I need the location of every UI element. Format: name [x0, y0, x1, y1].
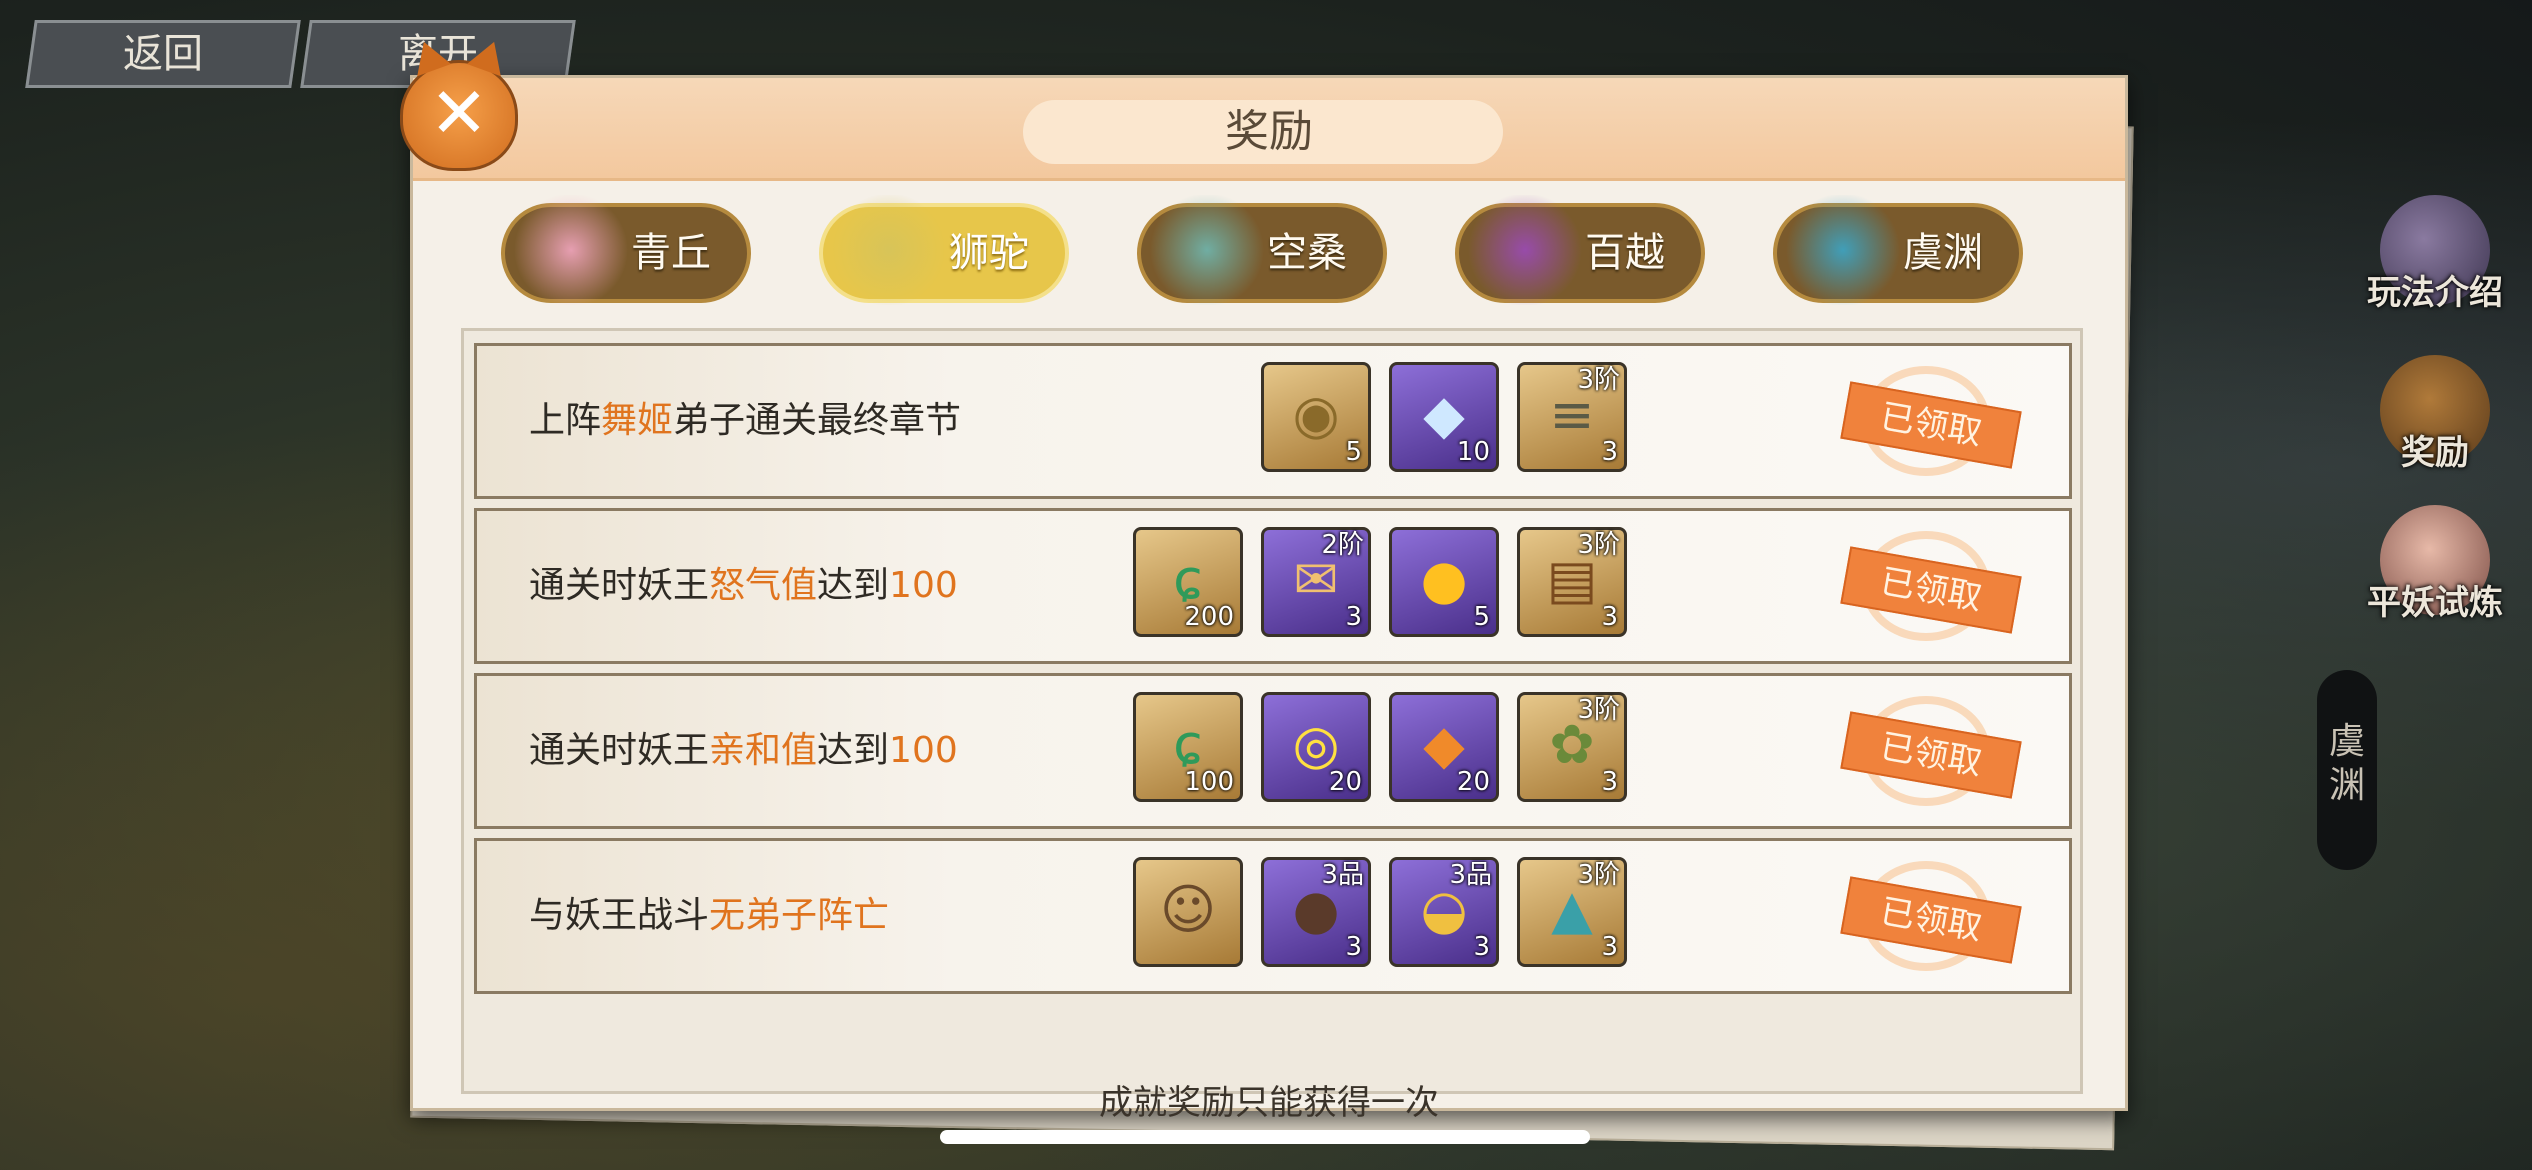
tab-label: 狮驼 — [949, 230, 1029, 276]
task-row: 通关时妖王怒气值达到100 ɕ 200 ✉ 2阶 3 ● 5 ▤ 3阶 3 已领取 — [474, 508, 2072, 664]
claimed-stamp: 已领取 — [1840, 531, 2022, 641]
reward-item[interactable]: ● 5 — [1389, 527, 1499, 637]
task-text: 通关时妖王 — [529, 565, 710, 606]
reward-label: 奖励 — [2401, 433, 2469, 473]
reward-count: 3 — [1345, 602, 1362, 632]
reward-count: 20 — [1328, 767, 1362, 797]
reward-tier: 3阶 — [1577, 530, 1620, 560]
reward-item[interactable]: ▤ 3阶 3 — [1517, 527, 1627, 637]
claimed-stamp: 已领取 — [1840, 696, 2022, 806]
reward-count: 3 — [1473, 932, 1490, 962]
reward-tier: 3阶 — [1577, 860, 1620, 890]
task-target-value: 100 — [889, 565, 958, 606]
task-description: 通关时妖王亲和值达到100 — [529, 676, 958, 826]
task-description: 与妖王战斗无弟子阵亡 — [529, 841, 889, 991]
task-highlight: 舞姬 — [601, 400, 674, 441]
reward-item[interactable]: ◒ 3品 3 — [1389, 857, 1499, 967]
trial-label: 平妖试炼 — [2367, 583, 2503, 623]
rules-label: 玩法介绍 — [2367, 273, 2503, 313]
reward-count: 10 — [1456, 437, 1490, 467]
reward-item[interactable]: ɕ 100 — [1133, 692, 1243, 802]
region-art-icon — [1147, 195, 1267, 305]
reward-tier: 3阶 — [1577, 695, 1620, 725]
back-button[interactable]: 返回 — [25, 20, 301, 88]
reward-count: 3 — [1601, 767, 1618, 797]
tab-label: 空桑 — [1267, 230, 1347, 276]
region-art-icon — [829, 195, 949, 305]
tab-qingqiu[interactable]: 青丘 — [501, 195, 751, 305]
reward-item[interactable]: ▲ 3阶 3 — [1517, 857, 1627, 967]
reward-item[interactable]: ✿ 3阶 3 — [1517, 692, 1627, 802]
tab-kongsang[interactable]: 空桑 — [1137, 195, 1387, 305]
rules-menu-button[interactable]: 玩法介绍 — [2360, 195, 2510, 314]
reward-count: 20 — [1456, 767, 1490, 797]
region-label: 虞渊 — [2328, 721, 2365, 806]
reward-panel: 奖励 青丘 狮驼 空桑 百越 虞渊 上阵舞姬弟子通关最终章节 ◉ 5 ◆ 10 ≡ 3阶 3 已领取 通关… — [410, 75, 2128, 1123]
reward-item[interactable]: ● 3品 3 — [1261, 857, 1371, 967]
reward-item[interactable]: ɕ 200 — [1133, 527, 1243, 637]
home-indicator[interactable] — [940, 1130, 1590, 1144]
trial-menu-button[interactable]: 平妖试炼 — [2360, 505, 2510, 624]
reward-tier: 2阶 — [1321, 530, 1364, 560]
reward-count: 3 — [1601, 932, 1618, 962]
tab-shituo[interactable]: 狮驼 — [819, 195, 1069, 305]
reward-count: 5 — [1473, 602, 1490, 632]
reward-count: 3 — [1601, 602, 1618, 632]
reward-count: 5 — [1345, 437, 1362, 467]
reward-count: 3 — [1345, 932, 1362, 962]
tab-yuyuan[interactable]: 虞渊 — [1773, 195, 2023, 305]
reward-item[interactable]: ◆ 10 — [1389, 362, 1499, 472]
reward-item[interactable]: ☺ — [1133, 857, 1243, 967]
task-text: 达到 — [817, 730, 890, 771]
reward-item[interactable]: ◎ 20 — [1261, 692, 1371, 802]
reward-item[interactable]: ◉ 5 — [1261, 362, 1371, 472]
reward-count: 200 — [1184, 602, 1234, 632]
panel-title: 奖励 — [1225, 106, 1313, 157]
reward-tier: 3阶 — [1577, 365, 1620, 395]
task-row: 上阵舞姬弟子通关最终章节 ◉ 5 ◆ 10 ≡ 3阶 3 已领取 — [474, 343, 2072, 499]
task-row: 与妖王战斗无弟子阵亡 ☺ ● 3品 3 ◒ 3品 3 ▲ 3阶 3 已领取 — [474, 838, 2072, 994]
region-art-icon — [511, 195, 631, 305]
tab-baiyue[interactable]: 百越 — [1455, 195, 1705, 305]
region-art-icon — [1465, 195, 1585, 305]
footer-note: 成就奖励只能获得一次 — [1099, 1083, 1439, 1123]
reward-menu-button[interactable]: 奖励 — [2360, 355, 2510, 474]
task-text: 上阵 — [529, 400, 602, 441]
region-art-icon — [1783, 195, 1903, 305]
panel-header: 奖励 — [413, 78, 2125, 181]
task-highlight: 怒气值 — [709, 565, 818, 606]
task-target-value: 100 — [889, 730, 958, 771]
task-row: 通关时妖王亲和值达到100 ɕ 100 ◎ 20 ◆ 20 ✿ 3阶 3 已领取 — [474, 673, 2072, 829]
reward-count: 100 — [1184, 767, 1234, 797]
tab-label: 青丘 — [631, 230, 711, 276]
task-text: 通关时妖王 — [529, 730, 710, 771]
reward-count: 3 — [1601, 437, 1618, 467]
reward-tier: 3品 — [1449, 860, 1492, 890]
task-text: 达到 — [817, 565, 890, 606]
hero-portrait-icon: ☺ — [1159, 878, 1217, 941]
task-text: 与妖王战斗 — [529, 895, 710, 936]
reward-item[interactable]: ✉ 2阶 3 — [1261, 527, 1371, 637]
reward-item[interactable]: ◆ 20 — [1389, 692, 1499, 802]
close-button[interactable]: ✕ — [400, 35, 518, 171]
task-text: 弟子通关最终章节 — [673, 400, 962, 441]
tab-label: 百越 — [1585, 230, 1665, 276]
claimed-stamp: 已领取 — [1840, 861, 2022, 971]
reward-tier: 3品 — [1321, 860, 1364, 890]
achievement-list[interactable]: 上阵舞姬弟子通关最终章节 ◉ 5 ◆ 10 ≡ 3阶 3 已领取 通关时妖王怒气值达到100 ɕ 20… — [461, 328, 2083, 1094]
reward-item[interactable]: ≡ 3阶 3 — [1517, 362, 1627, 472]
close-icon: ✕ — [429, 72, 489, 154]
task-description: 通关时妖王怒气值达到100 — [529, 511, 958, 661]
task-highlight: 无弟子阵亡 — [709, 895, 890, 936]
region-marker[interactable]: 虞渊 — [2317, 670, 2377, 870]
task-description: 上阵舞姬弟子通关最终章节 — [529, 346, 961, 496]
tab-label: 虞渊 — [1903, 230, 1983, 276]
claimed-stamp: 已领取 — [1840, 366, 2022, 476]
task-highlight: 亲和值 — [709, 730, 818, 771]
